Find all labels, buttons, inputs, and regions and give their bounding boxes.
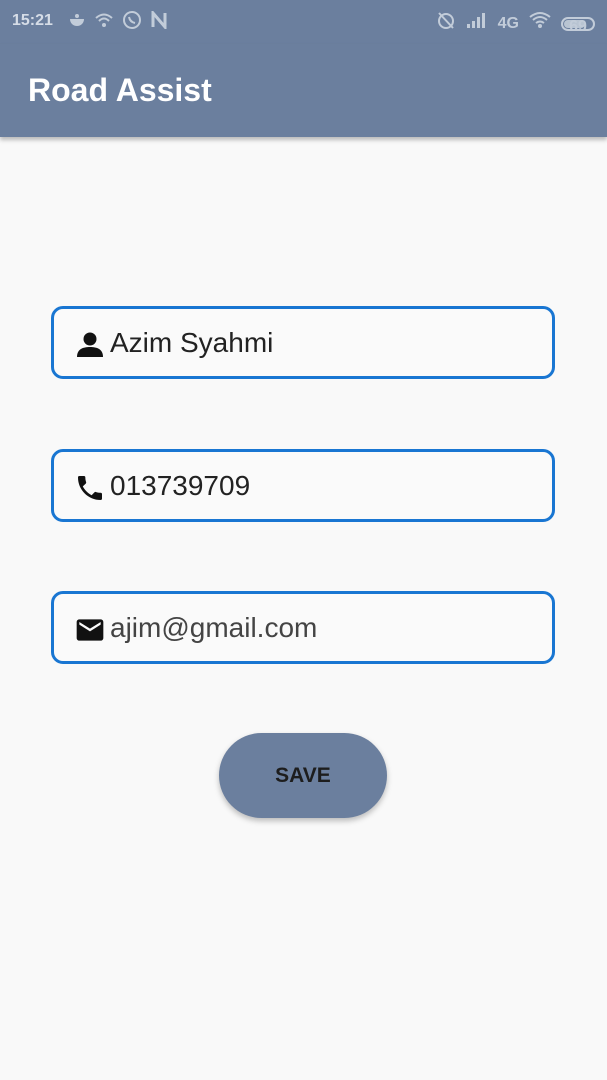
battery-icon: 69 [561,16,595,35]
wifi-outline-icon [94,11,114,36]
phone-field[interactable] [51,449,555,522]
email-input[interactable] [110,608,530,648]
wifi-icon [529,11,551,36]
status-bar: 15:21 4G 69 [0,0,607,44]
person-icon [74,329,106,361]
bowl-icon [68,11,86,36]
battery-text: 69 [569,17,587,35]
phone-input[interactable] [110,466,530,506]
signal-icon [466,11,488,36]
network-label: 4G [497,14,519,32]
app-bar: Road Assist [0,44,607,137]
phone-icon [74,472,106,504]
name-field[interactable] [51,306,555,379]
name-input[interactable] [110,323,530,363]
alarm-off-icon [436,10,456,37]
mail-icon [74,614,106,646]
status-left-icons [68,8,168,37]
save-button[interactable]: SAVE [219,733,387,818]
status-right-icons: 4G 69 [436,10,595,37]
email-field[interactable] [51,591,555,664]
page-title: Road Assist [28,72,212,108]
status-time: 15:21 [12,12,53,29]
n-icon [150,8,168,36]
whatsapp-icon [122,10,142,37]
